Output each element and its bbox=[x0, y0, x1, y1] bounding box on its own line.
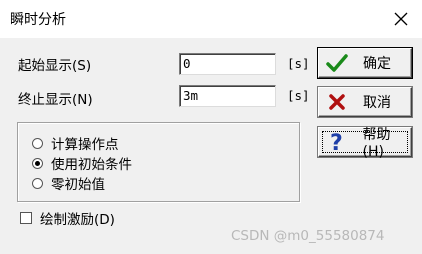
radio-button[interactable] bbox=[32, 137, 43, 149]
cancel-button[interactable]: 取消 bbox=[318, 87, 412, 117]
radio-operating-point[interactable]: 计算操作点 bbox=[32, 133, 119, 153]
title-bar: 瞬时分析 bbox=[0, 0, 422, 38]
stop-display-label: 终止显示(N) bbox=[18, 92, 93, 108]
close-icon bbox=[394, 12, 408, 26]
check-icon bbox=[325, 52, 349, 74]
stop-display-input[interactable]: 3m bbox=[179, 85, 276, 107]
cancel-label: 取消 bbox=[363, 95, 391, 111]
start-display-unit: [s] bbox=[287, 56, 310, 71]
start-display-input[interactable]: 0 bbox=[179, 53, 276, 75]
draw-excitation-checkbox[interactable]: 绘制激励(D) bbox=[20, 208, 115, 228]
radio-use-initial-conditions[interactable]: 使用初始条件 bbox=[32, 153, 132, 173]
watermark: CSDN @m0_55580874 bbox=[231, 228, 385, 244]
stop-display-unit: [s] bbox=[287, 88, 310, 103]
start-display-label: 起始显示(S) bbox=[18, 58, 92, 74]
checkbox[interactable] bbox=[20, 212, 32, 224]
radio-label: 零初始值 bbox=[51, 177, 105, 193]
radio-label: 计算操作点 bbox=[51, 137, 119, 153]
analysis-mode-group: 计算操作点 使用初始条件 零初始值 bbox=[17, 122, 300, 202]
ok-button[interactable]: 确定 bbox=[318, 48, 412, 78]
x-icon bbox=[325, 91, 349, 113]
ok-label: 确定 bbox=[363, 56, 391, 72]
help-button[interactable]: ? 帮助(H) bbox=[318, 127, 412, 160]
window-title: 瞬时分析 bbox=[10, 12, 66, 28]
close-button[interactable] bbox=[386, 6, 416, 32]
radio-zero-initial[interactable]: 零初始值 bbox=[32, 173, 105, 193]
svg-text:?: ? bbox=[330, 131, 343, 153]
radio-button[interactable] bbox=[32, 157, 43, 169]
checkbox-label: 绘制激励(D) bbox=[40, 212, 115, 228]
dialog-body: 起始显示(S) 0 [s] 终止显示(N) 3m [s] 计算操作点 使用初始条… bbox=[0, 38, 422, 254]
radio-button[interactable] bbox=[32, 177, 43, 189]
radio-label: 使用初始条件 bbox=[51, 157, 132, 173]
question-icon: ? bbox=[325, 131, 349, 153]
help-label: 帮助(H) bbox=[362, 127, 391, 160]
